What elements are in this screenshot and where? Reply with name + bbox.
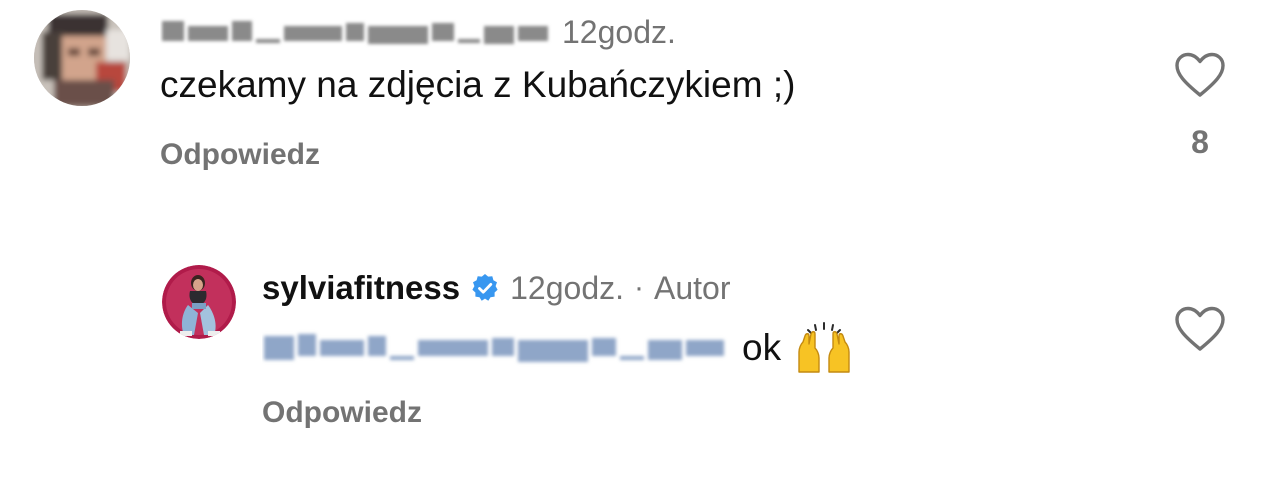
avatar[interactable] <box>162 265 236 339</box>
reply-button[interactable]: Odpowiedz <box>160 138 320 172</box>
avatar-image <box>162 265 236 339</box>
author-label: Autor <box>654 269 731 306</box>
username-blurred[interactable] <box>160 15 552 49</box>
comment-header: sylviafitness 12godz. · Autor <box>262 268 730 308</box>
comment-time: 12godz. <box>510 269 624 306</box>
like-count: 8 <box>1191 124 1209 160</box>
separator-dot: · <box>634 271 644 304</box>
username[interactable]: sylviafitness <box>262 269 460 307</box>
reply-button[interactable]: Odpowiedz <box>262 396 422 430</box>
heart-icon[interactable] <box>1174 306 1226 352</box>
comment-header: 12godz. <box>160 12 676 52</box>
comment-text: czekamy na zdjęcia z Kubańczykiem ;) <box>160 64 796 105</box>
avatar[interactable] <box>34 10 130 106</box>
raising-hands-emoji-icon <box>795 322 853 374</box>
avatar-image <box>34 10 130 106</box>
comment-text: ok <box>262 322 853 374</box>
mention-blurred[interactable] <box>262 328 728 368</box>
comments-thread: 12godz. czekamy na zdjęcia z Kubańczykie… <box>0 0 1284 478</box>
heart-icon[interactable] <box>1174 52 1226 98</box>
reply-text: ok <box>742 327 782 368</box>
verified-badge-icon <box>470 273 500 303</box>
comment-time: 12godz. <box>562 13 676 50</box>
